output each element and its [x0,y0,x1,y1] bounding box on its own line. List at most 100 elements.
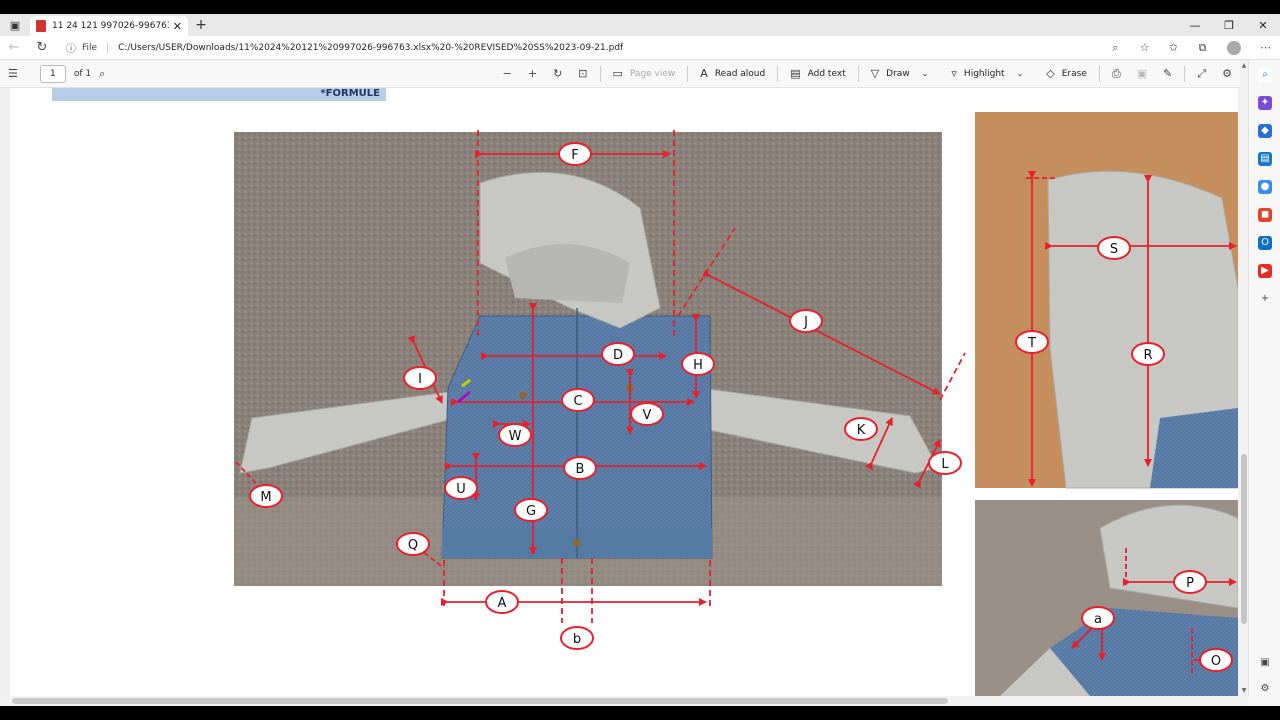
find-icon[interactable]: ⌕ [91,67,113,81]
highlight-icon: ▿ [951,67,957,80]
erase-button[interactable]: ◇ Erase [1038,67,1095,80]
label-text: a [1094,612,1102,627]
collections-icon[interactable]: ⧉ [1188,41,1217,55]
vertical-scrollbar[interactable]: ▲ ▼ [1240,60,1248,696]
draw-chevron-icon[interactable]: ⌄ [922,69,929,78]
tab-title: 11 24 121 997026-996763.xlsx - [52,21,169,31]
pdf-page: *FORMULE F J D H I C V W K L B U M G Q A… [10,88,1238,696]
vertical-scroll-thumb[interactable] [1241,454,1247,624]
pdf-toolbar: ☰ 1 of 1 ⌕ − + ↻ ⊡ ▭ Page view A Read alou… [0,60,1240,88]
shopping-tag-icon[interactable]: ◆ [1258,124,1272,138]
measure-label-A: A [485,590,519,614]
print-icon[interactable]: ⎙ [1104,67,1129,81]
info-icon[interactable]: ⓘ [66,40,76,55]
collar-detail [1150,408,1238,488]
measure-label-b: b [560,626,594,650]
restore-button[interactable]: ❐ [1212,14,1246,36]
add-sidebar-app-icon[interactable]: + [1258,292,1272,306]
tab-close-icon[interactable]: ✕ [173,20,182,33]
measure-label-C: C [561,388,595,412]
page-view-label: Page view [629,68,676,79]
sidebar-panel-icon[interactable]: ▣ [1258,656,1272,670]
toolbar-divider [1184,65,1186,82]
save-as-icon[interactable]: ✎ [1155,67,1180,80]
add-text-button[interactable]: ▤ Add text [782,67,853,80]
measure-label-K: K [844,417,878,441]
measure-label-M: M [249,484,283,508]
sidebar-settings-icon[interactable]: ⚙ [1258,682,1272,696]
profile-avatar[interactable] [1227,40,1241,55]
youtube-icon[interactable]: ▶ [1258,264,1272,278]
fullscreen-icon[interactable]: ⤢ [1189,67,1214,81]
scroll-up-arrow-icon[interactable]: ▲ [1240,62,1248,69]
label-text: S [1110,242,1118,257]
new-tab-button[interactable]: + [188,14,214,36]
save-icon[interactable]: ▣ [1129,67,1155,80]
edge-sidebar: ⌕ ✦ ◆ ▤ ● ◼ O ▶ + ▣ ⚙ [1248,60,1280,696]
measure-label-U: U [444,476,478,500]
zoom-in-icon[interactable]: + [520,67,545,80]
zoom-icon[interactable]: ⌕ [1101,41,1130,55]
hood-photo [975,112,1238,489]
draw-icon: ▽ [870,67,880,80]
measure-label-F: F [558,142,592,166]
settings-gear-icon[interactable]: ⚙ [1214,67,1240,80]
horizontal-scrollbar[interactable] [0,696,1248,706]
tab-actions-icon[interactable]: ▣ [0,14,30,36]
label-text: P [1186,576,1194,591]
measure-label-W: W [498,423,532,447]
measure-label-L: L [928,451,962,475]
back-arrow-icon[interactable]: ← [0,40,28,55]
label-text: V [643,408,652,423]
draw-button[interactable]: ▽ Draw ⌄ [863,67,944,80]
label-text: U [456,482,466,497]
screen: ▣ 11 24 121 997026-996763.xlsx - ✕ + — ❐… [0,0,1280,720]
toolbar-divider [687,65,689,82]
read-aloud-button[interactable]: A Read aloud [692,67,773,80]
jacket-button [573,539,581,547]
refresh-icon[interactable]: ↻ [28,40,56,55]
zoom-out-icon[interactable]: − [495,67,520,80]
outlook-icon[interactable]: O [1258,236,1272,250]
address-bar: ← ↻ ⓘ File C:/Users/USER/Downloads/11%20… [0,36,1280,60]
highlight-label: Highlight [963,68,1005,79]
rotate-icon[interactable]: ↻ [545,67,570,80]
copilot-icon[interactable]: ✦ [1258,96,1272,110]
more-menu-icon[interactable]: ⋯ [1251,41,1280,54]
measure-label-a: a [1081,606,1115,630]
top-black-bar [0,0,1280,14]
browser-tab[interactable]: 11 24 121 997026-996763.xlsx - ✕ [30,16,188,36]
favorites-icon[interactable]: ✩ [1159,41,1188,54]
close-window-button[interactable]: ✕ [1246,14,1280,36]
horizontal-scroll-thumb[interactable] [12,698,948,704]
label-text: H [693,358,703,373]
measure-label-I: I [403,366,437,390]
scroll-down-arrow-icon[interactable]: ▼ [1240,687,1248,694]
tools-icon[interactable]: ▤ [1258,152,1272,166]
label-text: b [573,632,581,647]
tab-strip: ▣ 11 24 121 997026-996763.xlsx - ✕ + — ❐… [0,14,1280,36]
add-text-icon: ▤ [790,67,801,80]
label-text: J [803,315,808,330]
games-icon[interactable]: ● [1258,180,1272,194]
minimize-button[interactable]: — [1178,14,1212,36]
highlight-button[interactable]: ▿ Highlight ⌄ [943,67,1038,80]
url-text: C:/Users/USER/Downloads/11%2024%20121%20… [118,42,624,53]
office-icon[interactable]: ◼ [1258,208,1272,222]
label-text: O [1211,654,1221,669]
page-number-input[interactable]: 1 [39,64,66,83]
highlight-chevron-icon[interactable]: ⌄ [1017,69,1024,78]
page-view-button[interactable]: ▭ Page view [605,67,684,80]
search-icon[interactable]: ⌕ [1258,68,1272,82]
jacket-photo [234,132,942,586]
add-favorite-icon[interactable]: ☆ [1130,41,1159,54]
url-field[interactable]: ⓘ File C:/Users/USER/Downloads/11%2024%2… [56,38,1101,58]
fit-page-icon[interactable]: ⊡ [570,67,595,80]
label-text: Q [408,538,418,553]
contents-icon[interactable]: ☰ [0,67,26,80]
erase-label: Erase [1061,68,1087,79]
toolbar-divider [1098,65,1100,82]
measure-label-S: S [1097,236,1131,260]
label-text: B [576,462,585,477]
label-text: M [260,490,271,505]
